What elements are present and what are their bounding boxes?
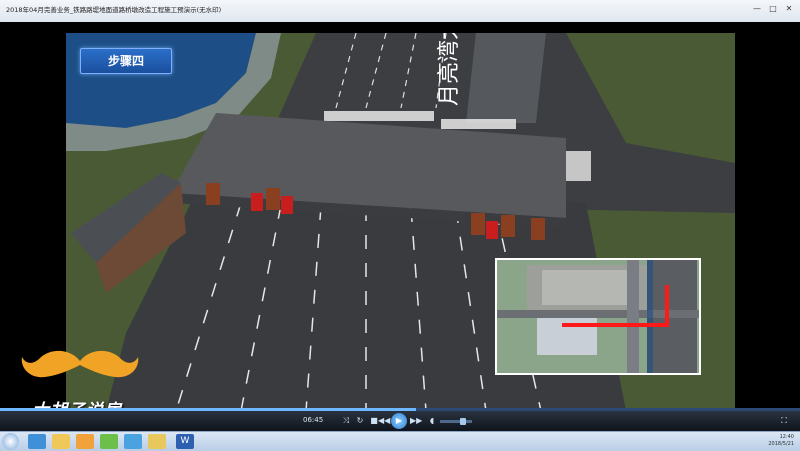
taskbar: W 12:40 2018/5/21 (0, 431, 800, 451)
media-player-icon[interactable] (76, 434, 94, 449)
volume-slider[interactable] (440, 418, 472, 425)
start-button[interactable] (2, 433, 19, 450)
volume-icon[interactable]: ◖ (426, 415, 438, 427)
playback-controls: 06:45 ⤨ ↻ ■ ◀◀ ▶ ▶▶ ◖ ⛶ (0, 411, 800, 431)
step-badge: 步骤四 (80, 48, 172, 74)
road-sign-text: 月亮湾大道 (437, 33, 462, 106)
clock-date: 2018/5/21 (768, 441, 794, 447)
volume-knob[interactable] (459, 418, 466, 425)
chrome-icon[interactable] (100, 434, 118, 449)
repeat-icon[interactable]: ↻ (354, 415, 366, 427)
window-titlebar: 2018年04月完善业务_铁路路堤地面道路桥墩改造工程施工预演示(无水印) — … (0, 0, 800, 23)
window-title: 2018年04月完善业务_铁路路堤地面道路桥墩改造工程施工预演示(无水印) (6, 6, 222, 14)
close-button[interactable]: ✕ (784, 4, 794, 14)
clock-time: 12:40 (779, 434, 794, 440)
play-icon[interactable]: ▶ (391, 413, 407, 429)
elapsed-time: 06:45 (303, 416, 324, 424)
fullscreen-icon[interactable]: ⛶ (778, 415, 790, 427)
previous-icon[interactable]: ◀◀ (378, 415, 390, 427)
next-icon[interactable]: ▶▶ (410, 415, 422, 427)
shuffle-icon[interactable]: ⤨ (340, 415, 352, 427)
folder-icon[interactable] (52, 434, 70, 449)
video-frame: 月亮湾大道 步骤四 (66, 33, 735, 411)
ie-icon[interactable] (28, 434, 46, 449)
maximize-button[interactable]: □ (768, 4, 778, 14)
folder2-icon[interactable] (148, 434, 166, 449)
minimize-button[interactable]: — (752, 4, 762, 14)
ie2-icon[interactable] (124, 434, 142, 449)
mustache-logo (21, 350, 139, 378)
system-clock[interactable]: 12:40 2018/5/21 (768, 434, 794, 448)
word-icon[interactable]: W (176, 434, 194, 449)
minimap-inset (495, 258, 701, 375)
